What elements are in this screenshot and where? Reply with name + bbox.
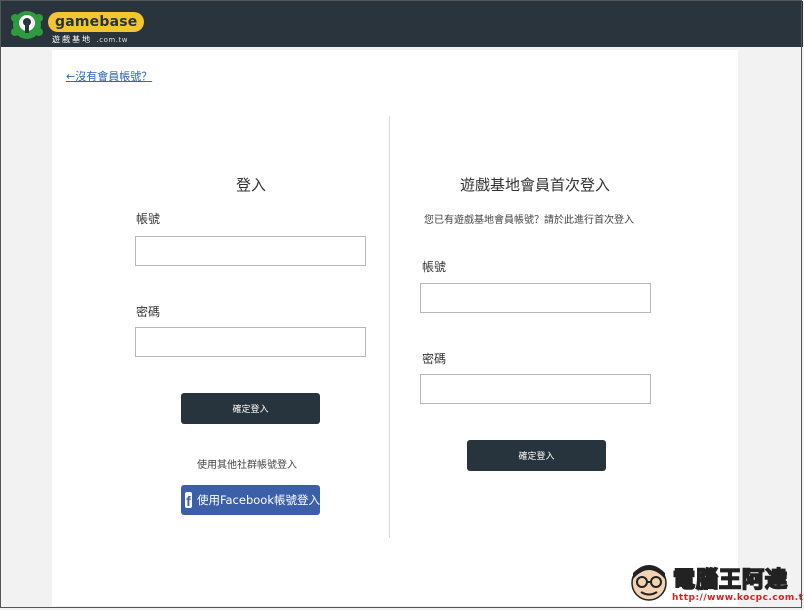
- no-account-link[interactable]: ←沒有會員帳號？: [66, 68, 152, 84]
- facebook-icon: f: [185, 492, 192, 509]
- first-login-password-label: 密碼: [422, 352, 447, 366]
- top-bar: gamebase 遊戲基地 .com.tw: [1, 1, 803, 47]
- gamebase-logo[interactable]: gamebase 遊戲基地 .com.tw: [10, 6, 145, 45]
- watermark-title: 電腦王阿達: [672, 567, 789, 594]
- kocpc-watermark: 電腦王阿達 http://www.kocpc.com.tw: [628, 557, 804, 607]
- mascot-face-icon: [631, 565, 667, 601]
- facebook-login-button[interactable]: f 使用Facebook帳號登入: [181, 485, 320, 515]
- logo-subtitle-text: 遊戲基地: [52, 35, 92, 44]
- first-login-password-input[interactable]: [420, 374, 651, 404]
- login-submit-button[interactable]: 確定登入: [181, 393, 320, 424]
- first-login-submit-button[interactable]: 確定登入: [467, 440, 606, 471]
- watermark-url: http://www.kocpc.com.tw: [672, 593, 804, 603]
- first-login-account-label: 帳號: [422, 260, 447, 274]
- facebook-login-label: 使用Facebook帳號登入: [196, 493, 320, 507]
- first-login-title: 遊戲基地會員首次登入: [460, 176, 611, 194]
- gamebase-logo-mark-icon: [11, 11, 43, 39]
- first-login-description: 您已有遊戲基地會員帳號？請於此進行首次登入: [424, 215, 634, 226]
- logo-wordmark: gamebase: [48, 12, 145, 32]
- first-login-account-input[interactable]: [420, 283, 651, 313]
- login-title: 登入: [236, 176, 267, 194]
- logo-subtitle: 遊戲基地 .com.tw: [52, 34, 128, 45]
- login-password-input[interactable]: [135, 327, 366, 357]
- social-login-hint: 使用其他社群帳號登入: [197, 460, 297, 471]
- main-content: ←沒有會員帳號？ 登入 帳號 密碼 確定登入 使用其他社群帳號登入 f 使用Fa…: [52, 50, 738, 606]
- column-divider: [389, 116, 390, 538]
- login-password-label: 密碼: [136, 305, 161, 319]
- login-account-label: 帳號: [136, 212, 161, 226]
- login-account-input[interactable]: [135, 236, 366, 266]
- logo-domain: .com.tw: [96, 36, 128, 44]
